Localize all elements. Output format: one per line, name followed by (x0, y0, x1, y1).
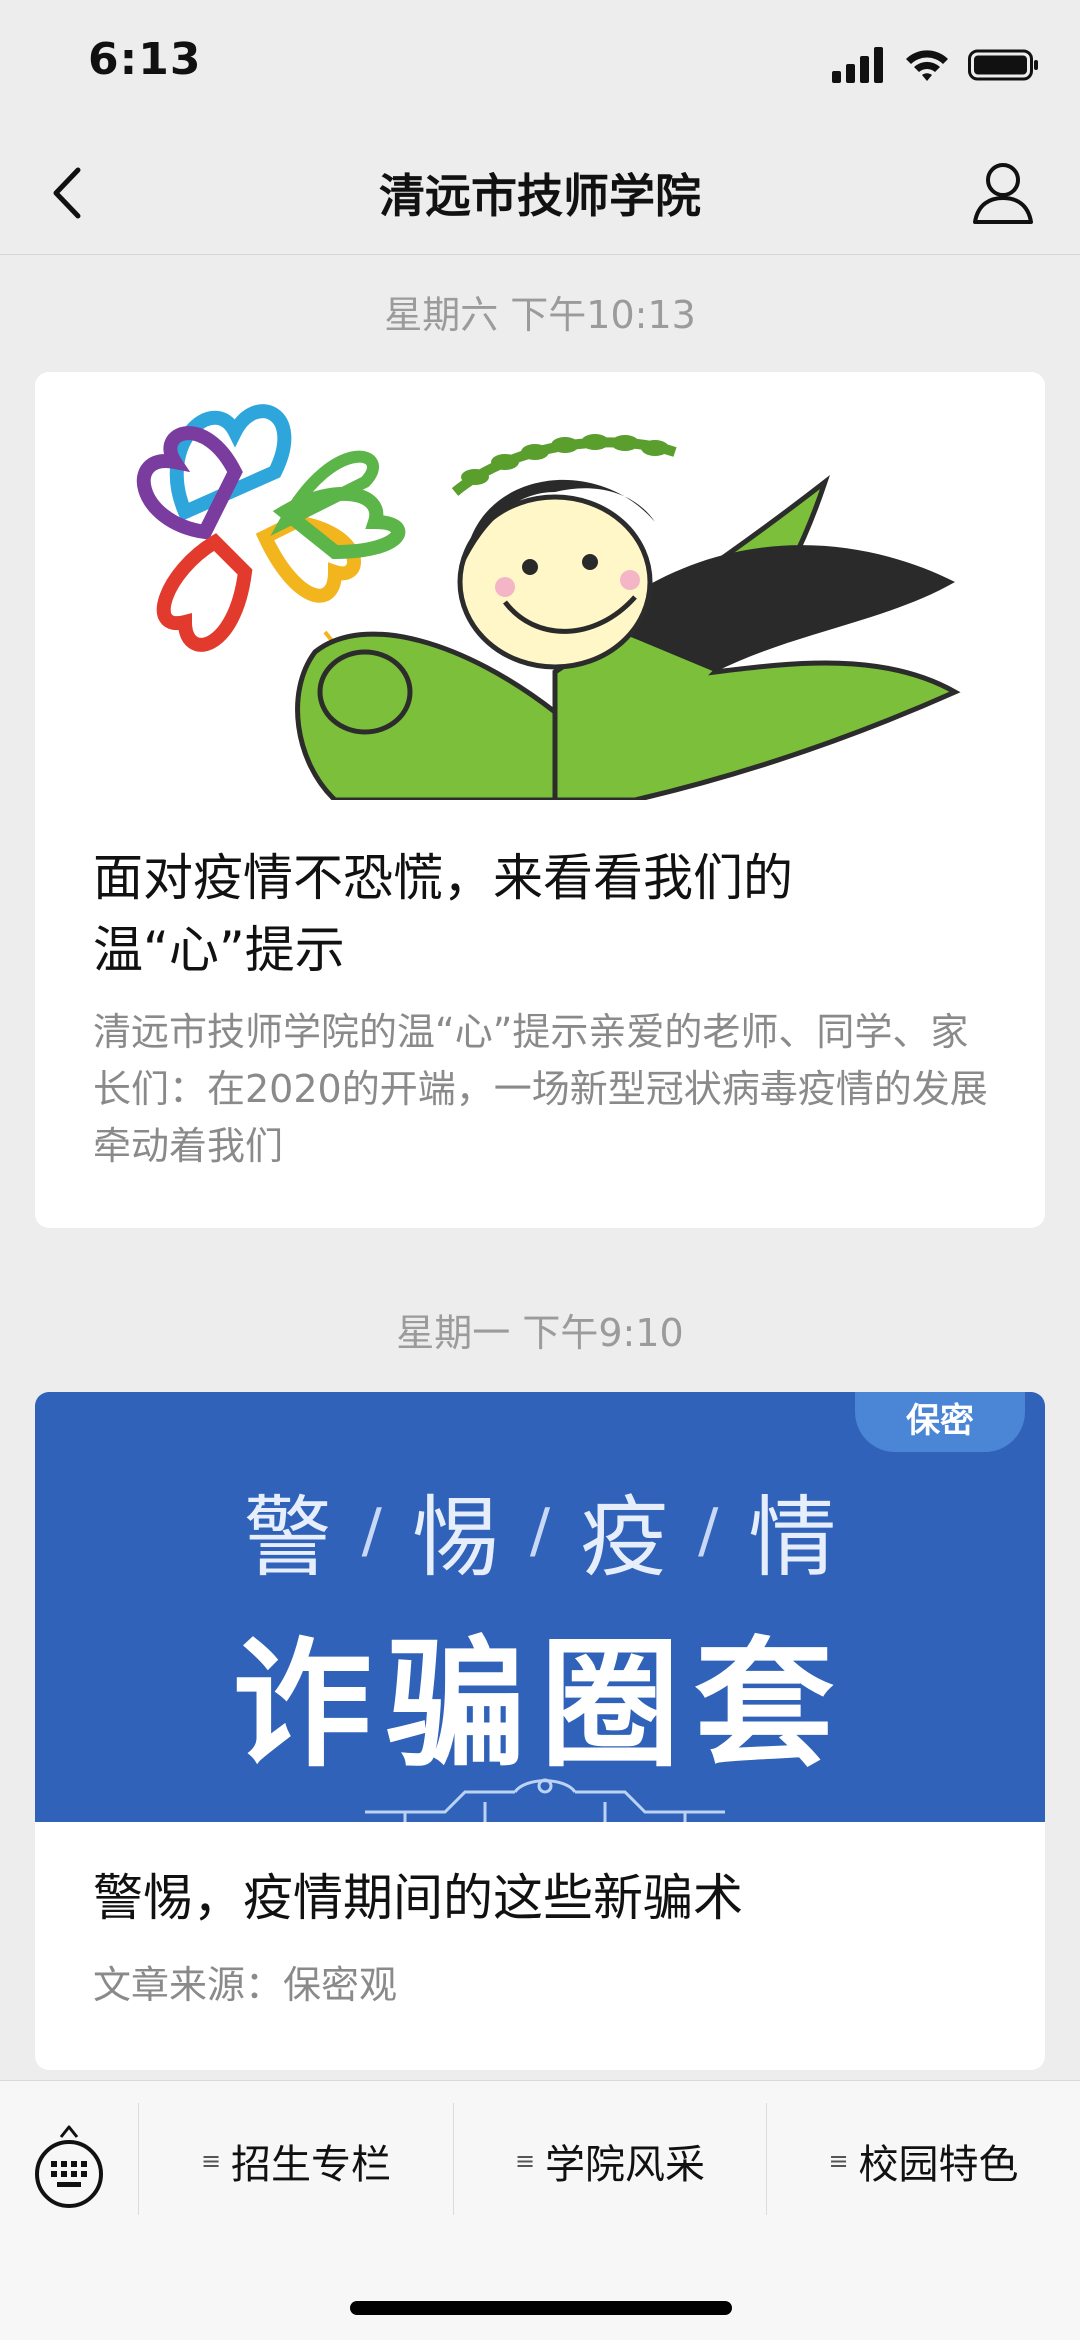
status-bar: 6:13 (0, 0, 1080, 132)
menu-list-icon: ≡ (828, 2147, 849, 2175)
wifi-icon (906, 50, 948, 81)
badge-label: 保密 (906, 1401, 974, 1441)
article-card[interactable]: 保密 警 / 惕 / 疫 / 情 诈骗圈套 警惕，疫情期间的这些新骗术 文章来源… (35, 1392, 1045, 2070)
nav-bar: 清远市技师学院 (0, 132, 1080, 255)
article-title: 警惕，疫情期间的这些新骗术 (93, 1869, 743, 1927)
menu-item-campus-features[interactable]: ≡ 校园特色 (767, 2116, 1080, 2206)
article-title: 面对疫情不恐慌，来看看我们的温“心”提示 (93, 849, 793, 979)
banner-char: 疫 (580, 1486, 669, 1589)
banner-char: 情 (748, 1486, 837, 1589)
cellular-signal-icon (832, 47, 883, 83)
menu-item-label: 学院风采 (545, 2142, 706, 2188)
home-indicator[interactable] (350, 2301, 732, 2315)
banner-headline-big: 诈骗圈套 (231, 1624, 848, 1787)
article-cover-image (35, 372, 1045, 800)
menu-item-admissions[interactable]: ≡ 招生专栏 (139, 2116, 453, 2206)
page-title: 清远市技师学院 (379, 169, 701, 223)
keyboard-toggle-icon[interactable] (33, 2119, 105, 2209)
banner-headline-small: 警 / 惕 / 疫 / 情 (35, 1467, 1045, 1594)
menu-item-label: 招生专栏 (231, 2142, 392, 2188)
status-icons (832, 40, 1040, 90)
article-cover-image: 保密 警 / 惕 / 疫 / 情 诈骗圈套 (35, 1392, 1045, 1822)
profile-icon[interactable] (970, 158, 1036, 228)
banner-char: 警 (243, 1486, 332, 1589)
menu-list-icon: ≡ (514, 2147, 536, 2175)
message-timestamp: 星期六 下午10:13 (384, 293, 696, 337)
menu-item-label: 校园特色 (858, 2142, 1019, 2188)
circuit-decoration (365, 1778, 725, 1822)
bottom-menu-bar: ≡ 招生专栏 ≡ 学院风采 ≡ 校园特色 (0, 2080, 1080, 2340)
status-time: 6:13 (88, 34, 202, 85)
message-timestamp: 星期一 下午9:10 (396, 1311, 684, 1355)
banner-char: 惕 (411, 1486, 500, 1589)
battery-icon (968, 49, 1038, 81)
article-card[interactable]: 面对疫情不恐慌，来看看我们的温“心”提示 清远市技师学院的温“心”提示亲爱的老师… (35, 372, 1045, 1228)
menu-list-icon: ≡ (200, 2147, 222, 2175)
menu-item-college-style[interactable]: ≡ 学院风采 (454, 2116, 766, 2206)
article-description: 清远市技师学院的温“心”提示亲爱的老师、同学、家长们：在2020的开端，一场新型… (93, 1010, 988, 1168)
secret-badge: 保密 (855, 1392, 1025, 1452)
article-source: 文章来源：保密观 (93, 1963, 398, 2007)
